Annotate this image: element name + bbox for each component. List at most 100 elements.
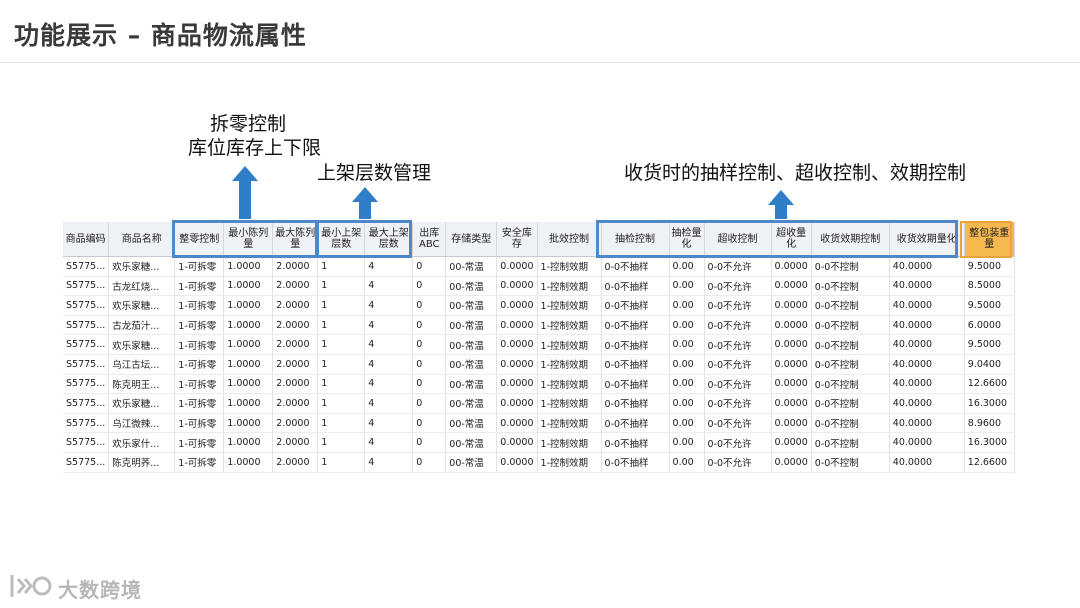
table-cell[interactable]: 0-0不控制 [811,334,890,355]
table-cell[interactable]: 4 [364,452,414,473]
table-cell[interactable]: 0 [412,334,447,355]
table-cell[interactable]: 0-0不控制 [811,354,890,375]
table-cell[interactable]: 0.00 [669,315,705,336]
table-cell[interactable]: 1-控制效期 [537,393,602,414]
table-cell[interactable]: 1-可拆零 [174,334,225,355]
table-cell[interactable]: 0-0不控制 [811,295,890,316]
table-cell[interactable]: 1-控制效期 [537,334,602,355]
table-cell[interactable]: S5775... [63,413,110,434]
table-cell[interactable]: S5775... [63,295,110,316]
table-cell[interactable]: 1-可拆零 [174,315,225,336]
table-cell[interactable]: 欢乐家糖... [108,334,176,355]
table-cell[interactable]: 1-控制效期 [537,354,602,375]
table-cell[interactable]: 0.00 [669,432,705,453]
table-cell[interactable]: 2.0000 [272,374,319,395]
table-cell[interactable]: 00-常温 [445,354,498,375]
table-cell[interactable]: 16.3000 [964,432,1015,453]
table-cell[interactable]: S5775... [63,276,110,297]
table-cell[interactable]: 1.0000 [223,315,274,336]
table-cell[interactable]: 2.0000 [272,354,319,375]
table-cell[interactable]: 0 [412,413,447,434]
table-cell[interactable]: 40.0000 [889,295,965,316]
table-row[interactable]: S5775... 欢乐家糖... 1-可拆零 1.0000 2.0000 1 4 0 00-常温… [63,393,1015,414]
table-cell[interactable]: 0.0000 [771,276,812,297]
table-cell[interactable]: 0 [412,256,447,277]
table-cell[interactable]: 1 [317,334,366,355]
table-cell[interactable]: 4 [364,315,414,336]
table-cell[interactable]: 0.00 [669,452,705,473]
table-row[interactable]: S5775... 陈克明王... 1-可拆零 1.0000 2.0000 1 4 0 00-常温… [63,374,1015,395]
table-cell[interactable]: 0.0000 [496,452,538,473]
table-cell[interactable]: 1 [317,393,366,414]
table-cell[interactable]: 00-常温 [445,393,498,414]
table-cell[interactable]: 4 [364,334,414,355]
table-cell[interactable]: 40.0000 [889,276,965,297]
table-cell[interactable]: 00-常温 [445,432,498,453]
table-cell[interactable]: S5775... [63,315,110,336]
table-cell[interactable]: 40.0000 [889,315,965,336]
table-cell[interactable]: 4 [364,354,414,375]
table-row[interactable]: S5775... 陈克明荞... 1-可拆零 1.0000 2.0000 1 4 0 00-常温… [63,452,1015,473]
col-header[interactable]: 收货效期控制 [811,222,890,257]
table-cell[interactable]: 0.00 [669,374,705,395]
table-row[interactable]: S5775... 古龙红烧... 1-可拆零 1.0000 2.0000 1 4 0 00-常温… [63,276,1015,297]
table-cell[interactable]: 1 [317,374,366,395]
table-row[interactable]: S5775... 欢乐家糖... 1-可拆零 1.0000 2.0000 1 4 0 00-常温… [63,295,1015,316]
table-cell[interactable]: 古龙茄汁... [108,315,176,336]
table-cell[interactable]: 12.6600 [964,374,1015,395]
table-cell[interactable]: 0 [412,374,447,395]
table-cell[interactable]: 0-0不允许 [704,393,772,414]
table-cell[interactable]: 1.0000 [223,334,274,355]
table-cell[interactable]: 4 [364,295,414,316]
table-cell[interactable]: 0.0000 [771,413,812,434]
table-cell[interactable]: 欢乐家糖... [108,295,176,316]
table-cell[interactable]: 1-控制效期 [537,452,602,473]
table-cell[interactable]: 0.0000 [496,393,538,414]
col-header[interactable]: 最小上架层数 [317,222,366,257]
table-cell[interactable]: 0.0000 [771,256,812,277]
table-row[interactable]: S5775... 欢乐家糖... 1-可拆零 1.0000 2.0000 1 4 0 00-常温… [63,256,1015,277]
table-cell[interactable]: 1.0000 [223,256,274,277]
table-cell[interactable]: S5775... [63,256,110,277]
table-cell[interactable]: 0-0不抽样 [601,334,670,355]
table-cell[interactable]: 1-可拆零 [174,432,225,453]
table-cell[interactable]: 欢乐家什... [108,432,176,453]
table-cell[interactable]: 0.00 [669,334,705,355]
table-cell[interactable]: 0-0不抽样 [601,452,670,473]
col-header[interactable]: 整零控制 [174,222,225,257]
table-cell[interactable]: 00-常温 [445,315,498,336]
table-cell[interactable]: 9.5000 [964,295,1015,316]
table-cell[interactable]: 2.0000 [272,393,319,414]
table-cell[interactable]: 00-常温 [445,334,498,355]
table-cell[interactable]: 1.0000 [223,276,274,297]
table-cell[interactable]: 1.0000 [223,374,274,395]
table-cell[interactable]: 1 [317,452,366,473]
table-cell[interactable]: 0 [412,432,447,453]
table-cell[interactable]: 1 [317,315,366,336]
table-cell[interactable]: 0.0000 [496,334,538,355]
table-cell[interactable]: 6.0000 [964,315,1015,336]
table-cell[interactable]: 40.0000 [889,354,965,375]
col-header[interactable]: 最大上架层数 [364,222,414,257]
table-cell[interactable]: 1-控制效期 [537,432,602,453]
table-cell[interactable]: 1-控制效期 [537,374,602,395]
table-cell[interactable]: 9.5000 [964,334,1015,355]
col-header[interactable]: 超收控制 [704,222,772,257]
table-cell[interactable]: 0.0000 [496,354,538,375]
table-cell[interactable]: 0.0000 [771,374,812,395]
table-cell[interactable]: 0-0不抽样 [601,315,670,336]
table-cell[interactable]: 0-0不允许 [704,432,772,453]
col-header[interactable]: 存储类型 [445,222,498,257]
table-cell[interactable]: 0-0不允许 [704,256,772,277]
table-row[interactable]: S5775... 古龙茄汁... 1-可拆零 1.0000 2.0000 1 4 0 00-常温… [63,315,1015,336]
col-header[interactable]: 安全库存 [496,222,538,257]
table-cell[interactable]: 1-控制效期 [537,256,602,277]
table-cell[interactable]: S5775... [63,354,110,375]
table-row[interactable]: S5775... 欢乐家什... 1-可拆零 1.0000 2.0000 1 4 0 00-常温… [63,432,1015,453]
table-cell[interactable]: 0.0000 [771,315,812,336]
table-cell[interactable]: 2.0000 [272,413,319,434]
table-cell[interactable]: 0.0000 [496,295,538,316]
table-cell[interactable]: 0-0不控制 [811,256,890,277]
table-cell[interactable]: 1.0000 [223,452,274,473]
table-cell[interactable]: 0-0不控制 [811,413,890,434]
